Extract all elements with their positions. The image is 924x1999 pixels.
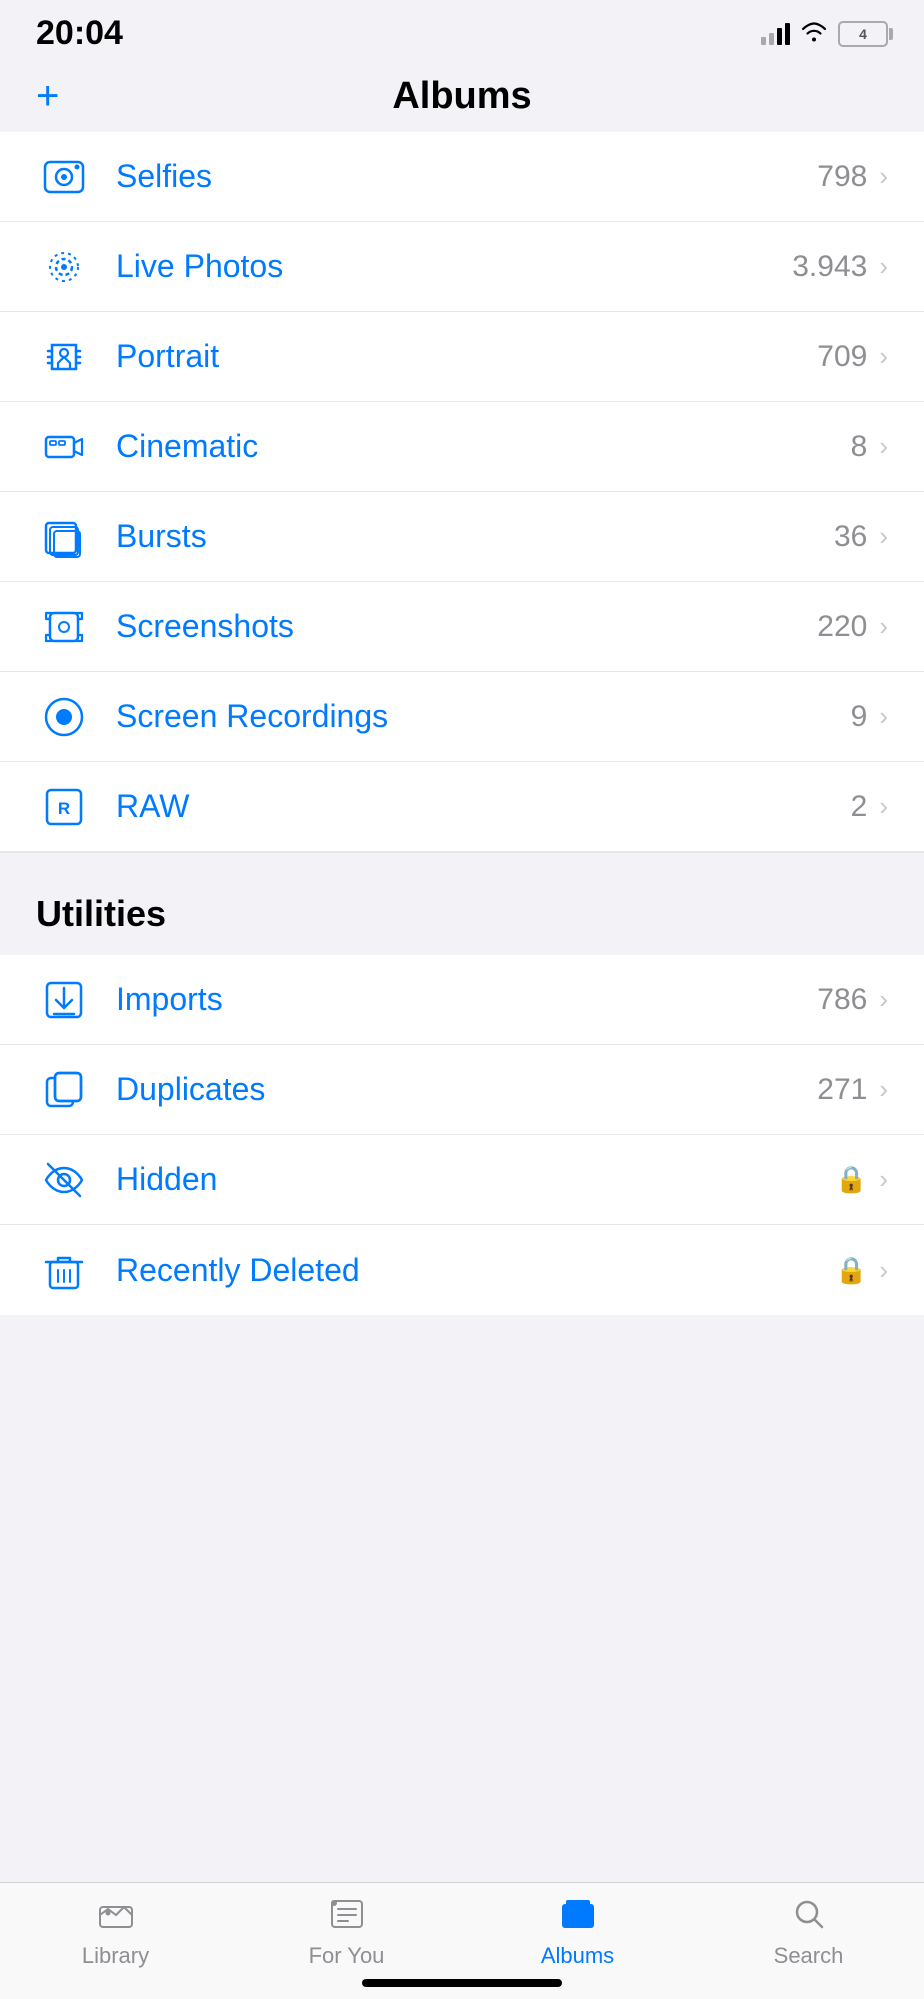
- raw-count: 2: [851, 790, 868, 824]
- album-row-bursts[interactable]: Bursts 36 ›: [0, 492, 924, 582]
- tab-library[interactable]: Library: [56, 1899, 176, 1969]
- status-bar: 20:04 4: [0, 0, 924, 61]
- screenshots-chevron: ›: [879, 611, 888, 642]
- home-indicator: [362, 1979, 562, 1987]
- bursts-icon: [36, 509, 92, 565]
- imports-label: Imports: [116, 981, 817, 1018]
- tab-search[interactable]: Search: [749, 1899, 869, 1969]
- page-header: + Albums: [0, 61, 924, 132]
- utilities-title: Utilities: [36, 893, 166, 934]
- livephotos-label: Live Photos: [116, 248, 792, 285]
- recentlydeleted-chevron: ›: [879, 1255, 888, 1286]
- battery-icon: 4: [838, 21, 888, 47]
- hidden-lock: 🔒: [835, 1164, 867, 1195]
- utilities-section-header: Utilities: [0, 852, 924, 955]
- duplicates-chevron: ›: [879, 1074, 888, 1105]
- imports-chevron: ›: [879, 984, 888, 1015]
- status-time: 20:04: [36, 14, 123, 53]
- svg-text:R: R: [58, 799, 70, 818]
- recentlydeleted-label: Recently Deleted: [116, 1252, 835, 1289]
- screenrecordings-label: Screen Recordings: [116, 698, 851, 735]
- portrait-label: Portrait: [116, 338, 817, 375]
- utility-row-recentlydeleted[interactable]: Recently Deleted 🔒 ›: [0, 1225, 924, 1315]
- tab-albums[interactable]: Albums: [518, 1899, 638, 1969]
- screenrecordings-count: 9: [851, 700, 868, 734]
- utility-row-hidden[interactable]: Hidden 🔒 ›: [0, 1135, 924, 1225]
- albums-tab-label: Albums: [541, 1943, 614, 1969]
- imports-icon: [36, 972, 92, 1028]
- bursts-chevron: ›: [879, 521, 888, 552]
- livephotos-chevron: ›: [879, 251, 888, 282]
- screenshots-label: Screenshots: [116, 608, 817, 645]
- screenrecordings-icon: [36, 689, 92, 745]
- utilities-list: Imports 786 › Duplicates 271 › Hidden 🔒 …: [0, 955, 924, 1315]
- imports-count: 786: [817, 983, 867, 1017]
- albums-list: Selfies 798 › Live Photos 3.943 ›: [0, 132, 924, 852]
- raw-icon: R: [36, 779, 92, 835]
- album-row-raw[interactable]: R RAW 2 ›: [0, 762, 924, 852]
- duplicates-count: 271: [817, 1073, 867, 1107]
- portrait-icon: [36, 329, 92, 385]
- utility-row-imports[interactable]: Imports 786 ›: [0, 955, 924, 1045]
- recentlydeleted-lock: 🔒: [835, 1255, 867, 1286]
- bursts-label: Bursts: [116, 518, 834, 555]
- raw-label: RAW: [116, 788, 851, 825]
- cinematic-icon: [36, 419, 92, 475]
- livephotos-icon: [36, 239, 92, 295]
- album-row-screenshots[interactable]: Screenshots 220 ›: [0, 582, 924, 672]
- wifi-icon: [800, 20, 828, 48]
- album-row-screenrecordings[interactable]: Screen Recordings 9 ›: [0, 672, 924, 762]
- search-tab-label: Search: [774, 1943, 844, 1969]
- hidden-chevron: ›: [879, 1164, 888, 1195]
- album-row-selfies[interactable]: Selfies 798 ›: [0, 132, 924, 222]
- status-icons: 4: [761, 20, 888, 48]
- albums-tab-icon: [561, 1899, 595, 1937]
- cinematic-count: 8: [851, 430, 868, 464]
- cinematic-label: Cinematic: [116, 428, 851, 465]
- foryou-tab-icon: [330, 1899, 364, 1937]
- recentlydeleted-icon: [36, 1242, 92, 1298]
- page-title: Albums: [392, 75, 531, 118]
- signal-icon: [761, 23, 790, 45]
- selfies-label: Selfies: [116, 158, 817, 195]
- bursts-count: 36: [834, 520, 867, 554]
- screenshots-count: 220: [817, 610, 867, 644]
- duplicates-label: Duplicates: [116, 1071, 817, 1108]
- tab-foryou[interactable]: For You: [287, 1899, 407, 1969]
- selfies-chevron: ›: [879, 161, 888, 192]
- foryou-tab-label: For You: [309, 1943, 385, 1969]
- portrait-count: 709: [817, 340, 867, 374]
- search-tab-icon: [794, 1899, 824, 1937]
- raw-chevron: ›: [879, 791, 888, 822]
- library-tab-icon: [99, 1899, 133, 1937]
- livephotos-count: 3.943: [792, 250, 867, 284]
- hidden-label: Hidden: [116, 1161, 835, 1198]
- library-tab-label: Library: [82, 1943, 149, 1969]
- portrait-chevron: ›: [879, 341, 888, 372]
- cinematic-chevron: ›: [879, 431, 888, 462]
- album-row-cinematic[interactable]: Cinematic 8 ›: [0, 402, 924, 492]
- screenshots-icon: [36, 599, 92, 655]
- selfies-icon: [36, 149, 92, 205]
- album-row-livephotos[interactable]: Live Photos 3.943 ›: [0, 222, 924, 312]
- add-album-button[interactable]: +: [36, 74, 59, 119]
- hidden-icon: [36, 1152, 92, 1208]
- selfies-count: 798: [817, 160, 867, 194]
- album-row-portrait[interactable]: Portrait 709 ›: [0, 312, 924, 402]
- utility-row-duplicates[interactable]: Duplicates 271 ›: [0, 1045, 924, 1135]
- duplicates-icon: [36, 1062, 92, 1118]
- screenrecordings-chevron: ›: [879, 701, 888, 732]
